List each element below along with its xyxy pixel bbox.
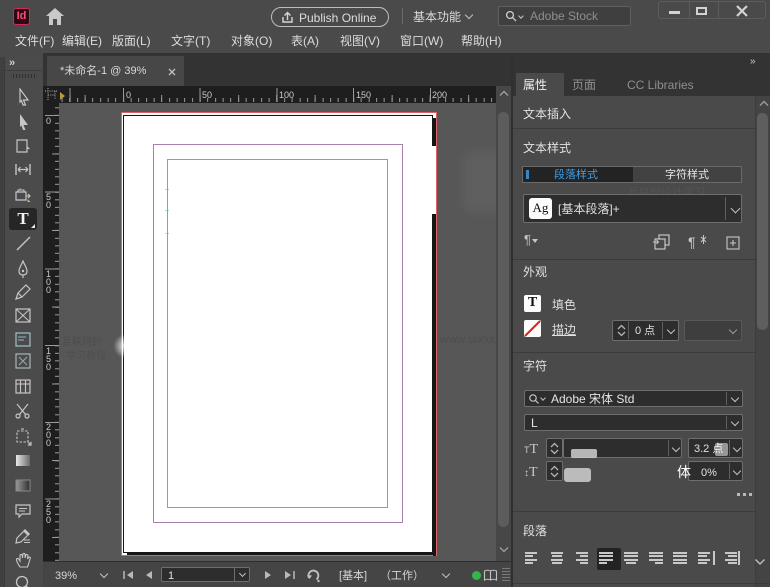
svg-text:¶: ¶ bbox=[688, 234, 696, 250]
